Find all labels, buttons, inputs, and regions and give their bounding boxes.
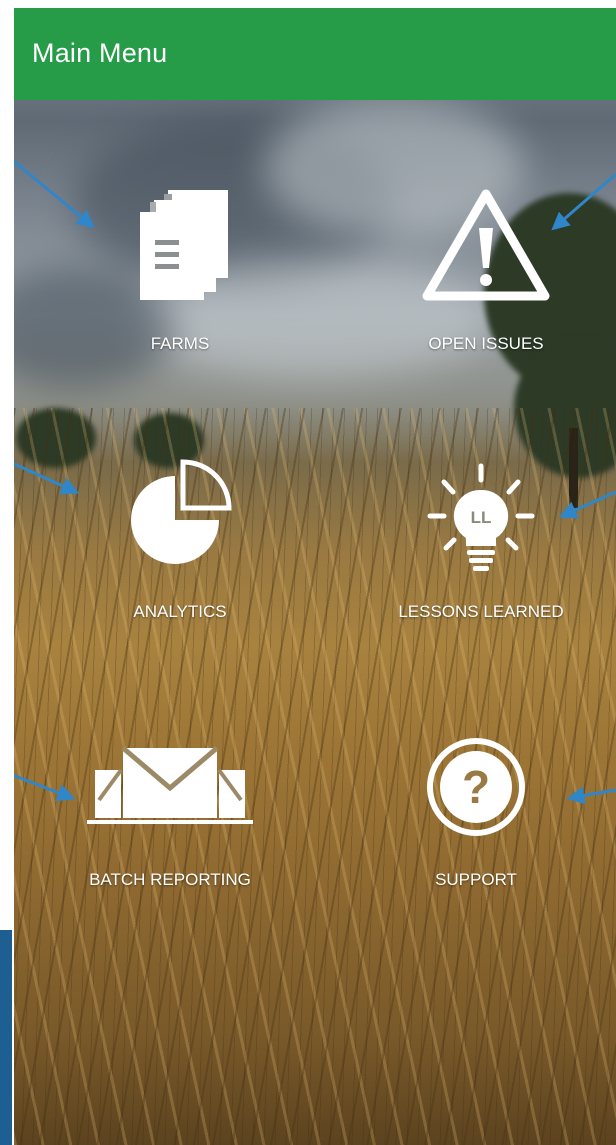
menu-label-analytics: ANALYTICS: [133, 602, 227, 621]
menu-item-analytics[interactable]: ANALYTICS: [80, 456, 280, 646]
menu-item-lessons-learned[interactable]: LL LESSONS LEARNED: [366, 456, 596, 646]
document-icon: [140, 190, 228, 300]
menu-item-farms[interactable]: FARMS: [80, 188, 280, 368]
menu-label-farms: FARMS: [150, 334, 210, 353]
menu-item-open-issues[interactable]: OPEN ISSUES: [376, 188, 596, 368]
side-strip: [0, 930, 12, 1145]
menu-item-batch-reporting[interactable]: BATCH REPORTING: [60, 736, 280, 906]
menu-item-support[interactable]: ? SUPPORT: [376, 734, 576, 904]
svg-text:?: ?: [462, 761, 490, 813]
app-header: Main Menu: [14, 8, 616, 100]
menu-label-lessons-learned: LESSONS LEARNED: [398, 602, 564, 621]
svg-text:LL: LL: [471, 508, 492, 527]
lightbulb-icon: LL: [427, 463, 535, 571]
envelope-icon: [87, 746, 253, 824]
pie-chart-icon: [131, 459, 232, 564]
app-screen: Main Menu FARMS OPEN ISSUES ANALYTICS LL…: [14, 8, 616, 1145]
page-title: Main Menu: [32, 38, 168, 68]
warning-icon: [422, 189, 550, 301]
menu-label-batch-reporting: BATCH REPORTING: [89, 870, 251, 889]
menu-label-open-issues: OPEN ISSUES: [428, 334, 544, 353]
help-icon: ?: [427, 738, 525, 836]
menu-label-support: SUPPORT: [435, 870, 517, 889]
